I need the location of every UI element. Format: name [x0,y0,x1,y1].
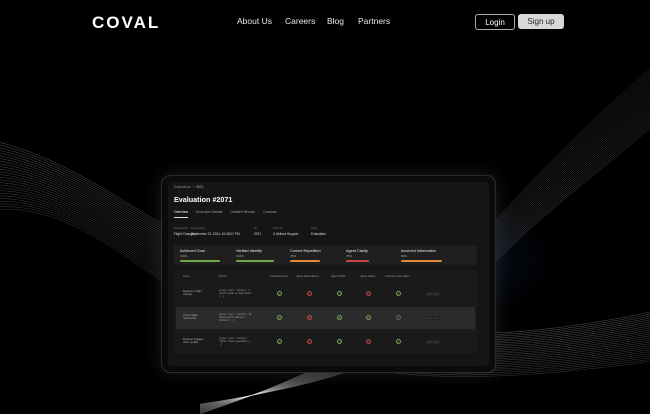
x-circle-icon: ✕ [307,291,312,296]
row-result: [{ type: "user", "content": "Hi, thank y… [219,313,252,323]
tab-bar: Overview Execution Details Detailed Resu… [174,210,277,218]
tab-overview[interactable]: Overview [174,210,189,218]
tab-execution-details[interactable]: Execution Details [196,210,222,218]
x-circle-icon: ✕ [307,339,312,344]
metric-correct-repetition: Correct Repetition 78% [290,249,328,262]
metric-achieved-goal: Achieved Goal 100% [180,249,220,262]
check-circle-icon: ✓ [396,291,401,296]
top-nav: COVAL About Us Careers Blog Partners Log… [0,0,650,42]
meta-timestamp: Timestamp September 23, 2024, 10:48:07 P… [191,226,254,236]
table-row[interactable]: Cancel flight reservation [{ type: "user… [176,307,475,329]
evaluation-meta: Description Flight Changes Timestamp Sep… [174,226,341,236]
neutral-circle-icon: ○ [396,315,401,320]
row-input: Request a flight change [183,290,202,297]
nav-link-blog[interactable]: Blog [327,16,344,26]
breadcrumb: Evaluations / 2071 [174,185,203,189]
row-input: Cancel flight reservation [183,314,198,321]
table-header-incorrect-information: Incorrect Information [385,275,410,278]
meta-type: Type Evaluation [311,226,341,236]
metric-bar [236,260,274,262]
check-circle-icon: ✓ [277,339,282,344]
metric-name: Achieved Goal [180,249,205,253]
coval-logo[interactable]: COVAL [92,13,160,33]
metric-incorrect-information: Incorrect Information 89% [401,249,447,262]
meta-key: Type [311,226,318,230]
metrics-panel: Achieved Goal 100% Verified Identify 100… [174,245,477,265]
table-row[interactable]: Request a flight change [{ type: "user",… [176,283,475,305]
row-input: Request luggage claim update [183,338,204,345]
meta-key: Description [174,226,188,230]
breadcrumb-parent[interactable]: Evaluations [174,185,190,189]
view-result-button[interactable]: View result [426,316,440,320]
nav-link-partners[interactable]: Partners [358,16,390,26]
check-circle-icon: ✓ [337,339,342,344]
metric-verified-identify: Verified Identify 100% [236,249,274,262]
check-circle-icon: ✓ [396,339,401,344]
table-header-agent-redundancy: Agent Redundancy [296,275,319,278]
meta-key: ID [254,226,257,230]
tab-detailed-results[interactable]: Detailed Results [230,210,255,218]
view-result-button[interactable]: View result [426,292,440,296]
metric-bar [346,260,370,262]
login-button[interactable]: Login [475,14,515,30]
meta-test-set: Test set X Airlines Support [273,226,311,236]
row-result: [{ type: "user", "content": "Hello, I ha… [219,337,251,347]
app-preview-device: Evaluations / 2071 Evaluation #2071 Over… [161,175,496,373]
metric-percent: 100% [236,254,244,258]
metric-bar [290,260,320,262]
table-header-achieved-goal: Achieved Goal [270,275,288,278]
check-circle-icon: ✓ [277,315,282,320]
metric-percent: 78% [290,254,297,258]
x-circle-icon: ✕ [366,339,371,344]
table-header-result: Result [219,275,227,278]
x-circle-icon: ✕ [366,291,371,296]
metric-name: Agent Clarity [346,249,368,253]
nav-link-about[interactable]: About Us [237,16,272,26]
row-result: [{ type: "user", "content": "I need to p… [219,289,252,299]
meta-description: Description Flight Changes [174,226,196,236]
check-circle-icon: ✓ [277,291,282,296]
page-title: Evaluation #2071 [174,195,233,204]
meta-value: September 23, 2024, 10:48:07 PM [191,232,240,236]
meta-value: X Airlines Support [273,232,299,236]
metric-name: Correct Repetition [290,249,321,253]
metric-name: Verified Identify [236,249,262,253]
metric-percent: 100% [180,254,188,258]
app-preview-screen: Evaluations / 2071 Evaluation #2071 Over… [168,182,489,366]
metric-name: Incorrect Information [401,249,436,253]
metric-percent: 89% [401,254,408,258]
meta-id: ID 2071 [254,226,273,236]
meta-key: Test set [273,226,283,230]
metric-bar [401,260,442,262]
metric-percent: 78% [346,254,353,258]
check-circle-icon: ✓ [337,291,342,296]
metric-bar [180,260,220,262]
meta-value: 2071 [254,232,262,236]
tab-compare[interactable]: Compare [263,210,277,218]
meta-value: Flight Changes [174,232,196,236]
breadcrumb-current: 2071 [196,185,204,189]
x-circle-icon: ✕ [307,315,312,320]
check-circle-icon: ✓ [366,315,371,320]
results-table: Input Result Achieved Goal Agent Redunda… [174,270,477,354]
nav-link-careers[interactable]: Careers [285,16,315,26]
signup-button[interactable]: Sign up [518,14,564,29]
table-row[interactable]: Request luggage claim update [{ type: "u… [176,331,475,353]
view-result-button[interactable]: View result [426,340,440,344]
meta-key: Timestamp [191,226,205,230]
table-header-agent-polite: Agent Polite [331,275,346,278]
breadcrumb-separator: / [192,185,194,189]
table-header-agent-clarity: Agent Clarity [360,275,376,278]
table-header-input: Input [183,275,189,278]
meta-value: Evaluation [311,232,326,236]
check-circle-icon: ✓ [337,315,342,320]
metric-agent-clarity: Agent Clarity 78% [346,249,376,262]
